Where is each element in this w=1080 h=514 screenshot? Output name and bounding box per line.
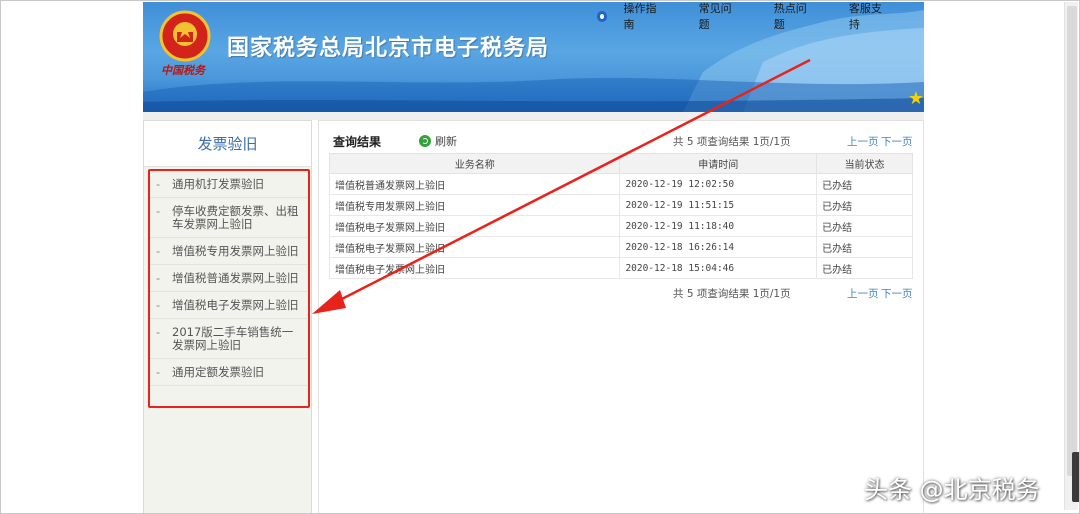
screenshot-frame <box>0 0 1080 514</box>
watermark-text: 头条 @北京税务 <box>864 476 1040 504</box>
